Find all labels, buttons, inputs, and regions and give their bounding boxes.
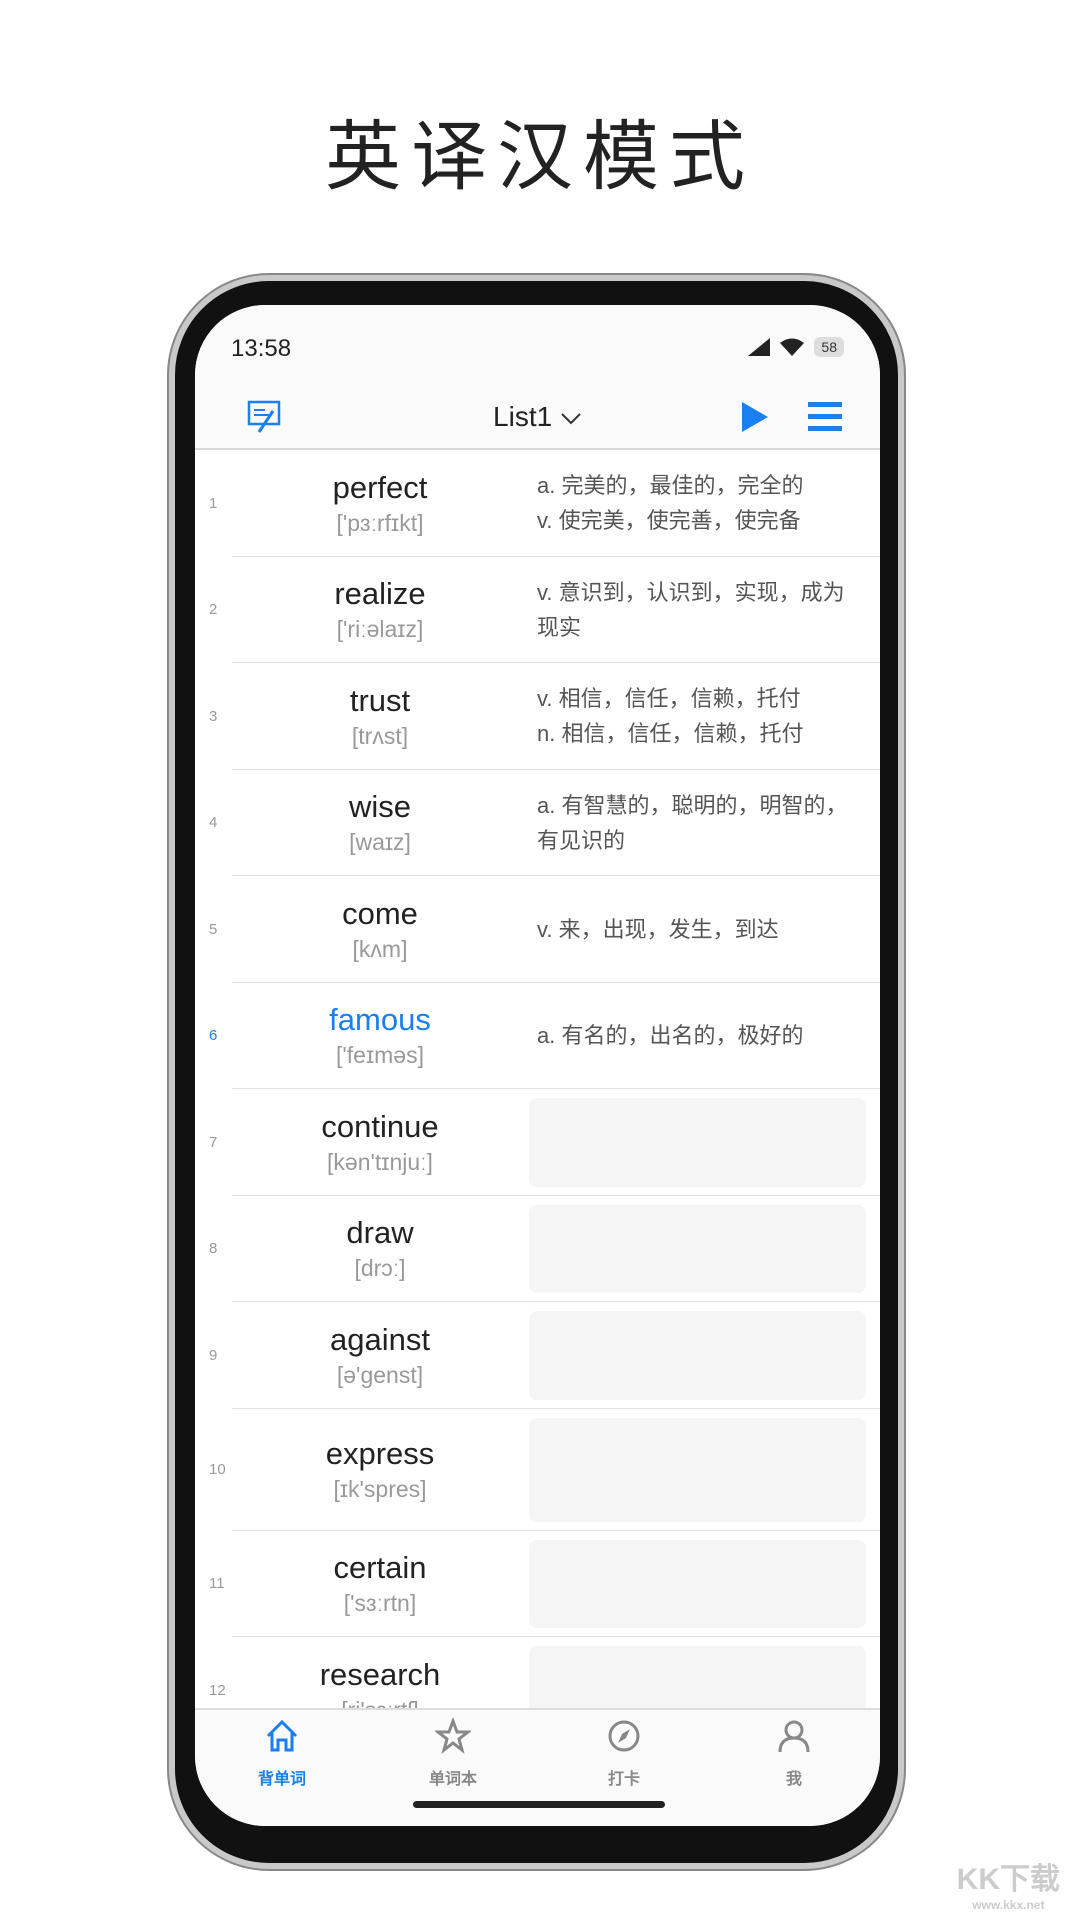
meaning-line: v. 相信，信任，信赖，托付 xyxy=(537,686,801,712)
person-icon xyxy=(778,1720,810,1753)
row-number: 5 xyxy=(209,920,218,938)
word: against xyxy=(330,1321,430,1357)
nav-label: 打卡 xyxy=(607,1771,640,1788)
phonetic: ['feɪməs] xyxy=(336,1042,424,1069)
phonetic: [kʌm] xyxy=(352,935,408,962)
chevron-down-icon xyxy=(561,413,581,425)
row-number: 8 xyxy=(209,1240,218,1258)
nav-label: 我 xyxy=(785,1771,802,1788)
meaning-line: v. 来，出现，发生，到达 xyxy=(537,916,779,942)
signal-icon xyxy=(748,338,771,356)
meaning-line: a. 有名的，出名的，极好的 xyxy=(537,1023,804,1049)
phonetic: ['riːəlaɪz] xyxy=(336,616,424,643)
home-indicator[interactable] xyxy=(413,1801,665,1808)
row-number: 3 xyxy=(209,707,218,725)
list-selector[interactable]: List1 xyxy=(195,401,880,433)
word: wise xyxy=(348,789,411,825)
battery-indicator: 58 xyxy=(814,337,844,357)
watermark-logo: KK下载 www.kkx.net xyxy=(956,1863,1060,1912)
word-row[interactable]: 11 certain ['sɜːrtn] xyxy=(195,1531,880,1638)
word: come xyxy=(342,895,418,931)
wifi-icon xyxy=(780,338,805,356)
meaning-line: a. 有智慧的，聪明的，明智的，有见识的 xyxy=(537,792,848,853)
word: research xyxy=(319,1656,441,1692)
status-time: 13:58 xyxy=(231,335,292,362)
word-row[interactable]: 2 realize ['riːəlaɪz] v. 意识到，认识到，实现，成为现实 xyxy=(195,557,880,664)
bottom-nav: 背单词 单词本 打卡 我 xyxy=(195,1708,880,1826)
word: certain xyxy=(333,1550,427,1586)
phone-screen: 13:58 58 List1 1 perfect ['pɜːrfɪkt] a. 完… xyxy=(195,305,880,1826)
menu-icon[interactable] xyxy=(808,402,842,432)
top-bar: List1 xyxy=(195,385,880,450)
word-row[interactable]: 6 famous ['feɪməs] a. 有名的，出名的，极好的 xyxy=(195,983,880,1090)
word: perfect xyxy=(332,469,428,505)
word: draw xyxy=(346,1215,414,1251)
word-row[interactable]: 1 perfect ['pɜːrfɪkt] a. 完美的，最佳的，完全的 v. 使完… xyxy=(195,450,880,557)
word-row[interactable]: 9 against [ə'genst] xyxy=(195,1302,880,1409)
word-row[interactable]: 8 draw [drɔː] xyxy=(195,1196,880,1303)
hidden-meaning-box[interactable] xyxy=(529,1204,866,1293)
meaning-line: a. 完美的，最佳的，完全的 xyxy=(537,473,804,499)
hidden-meaning-box[interactable] xyxy=(529,1311,866,1400)
row-number: 2 xyxy=(209,601,218,619)
nav-label: 单词本 xyxy=(428,1771,477,1788)
word-row[interactable]: 5 come [kʌm] v. 来，出现，发生，到达 xyxy=(195,876,880,983)
phonetic: [ə'genst] xyxy=(336,1361,424,1388)
word-row[interactable]: 12 research [ri'sɜːrtʃ] xyxy=(195,1637,880,1708)
row-number: 9 xyxy=(209,1346,218,1364)
meaning-line: n. 相信，信任，信赖，托付 xyxy=(537,721,804,747)
row-number: 12 xyxy=(209,1681,226,1699)
hidden-meaning-box[interactable] xyxy=(529,1539,866,1628)
row-number: 10 xyxy=(209,1461,226,1478)
row-number: 11 xyxy=(209,1575,225,1593)
row-number: 1 xyxy=(209,494,218,512)
row-number: 7 xyxy=(209,1133,218,1151)
nav-item[interactable]: 我 xyxy=(734,1718,854,1789)
compass-icon xyxy=(608,1720,640,1752)
page-title: 英译汉模式 xyxy=(325,112,755,201)
word-row[interactable]: 10 express [ɪk'spres] xyxy=(195,1409,880,1531)
word-row[interactable]: 4 wise [waɪz] a. 有智慧的，聪明的，明智的，有见识的 xyxy=(195,770,880,877)
hidden-meaning-box[interactable] xyxy=(529,1646,866,1708)
nav-label: 背单词 xyxy=(257,1771,306,1788)
nav-item[interactable]: 打卡 xyxy=(564,1718,684,1789)
nav-item[interactable]: 单词本 xyxy=(393,1716,513,1789)
phonetic: [drɔː] xyxy=(354,1255,406,1282)
word: famous xyxy=(329,1002,431,1038)
status-bar: 13:58 58 xyxy=(195,305,880,385)
phonetic: [waɪz] xyxy=(349,829,411,856)
home-icon xyxy=(266,1719,298,1752)
phonetic: [trʌst] xyxy=(351,722,409,749)
list-name: List1 xyxy=(493,401,553,432)
phonetic: ['pɜːrfɪkt] xyxy=(336,509,424,536)
word: trust xyxy=(349,682,411,718)
row-number: 4 xyxy=(209,814,218,832)
word-row[interactable]: 7 continue [kən'tɪnjuː] xyxy=(195,1089,880,1196)
phonetic: [ɪk'spres] xyxy=(333,1476,427,1502)
word: express xyxy=(325,1436,435,1471)
word-row[interactable]: 3 trust [trʌst] v. 相信，信任，信赖，托付 n. 相信，信任，信赖… xyxy=(195,663,880,770)
word: continue xyxy=(321,1108,439,1144)
meaning-line: v. 意识到，认识到，实现，成为现实 xyxy=(537,579,845,640)
hidden-meaning-box[interactable] xyxy=(529,1098,866,1187)
nav-item[interactable]: 背单词 xyxy=(222,1718,342,1789)
word: realize xyxy=(334,576,426,612)
phonetic: [kən'tɪnjuː] xyxy=(327,1148,433,1175)
meaning-line: v. 使完美，使完善，使完备 xyxy=(537,508,801,534)
phonetic: ['sɜːrtn] xyxy=(343,1590,417,1617)
phonetic: [ri'sɜːrtʃ] xyxy=(341,1697,419,1708)
hidden-meaning-box[interactable] xyxy=(529,1417,866,1522)
star-icon xyxy=(433,1716,473,1754)
row-number: 6 xyxy=(209,1027,218,1045)
word-list[interactable]: 1 perfect ['pɜːrfɪkt] a. 完美的，最佳的，完全的 v. 使完… xyxy=(195,450,880,1708)
play-icon[interactable] xyxy=(740,400,770,434)
